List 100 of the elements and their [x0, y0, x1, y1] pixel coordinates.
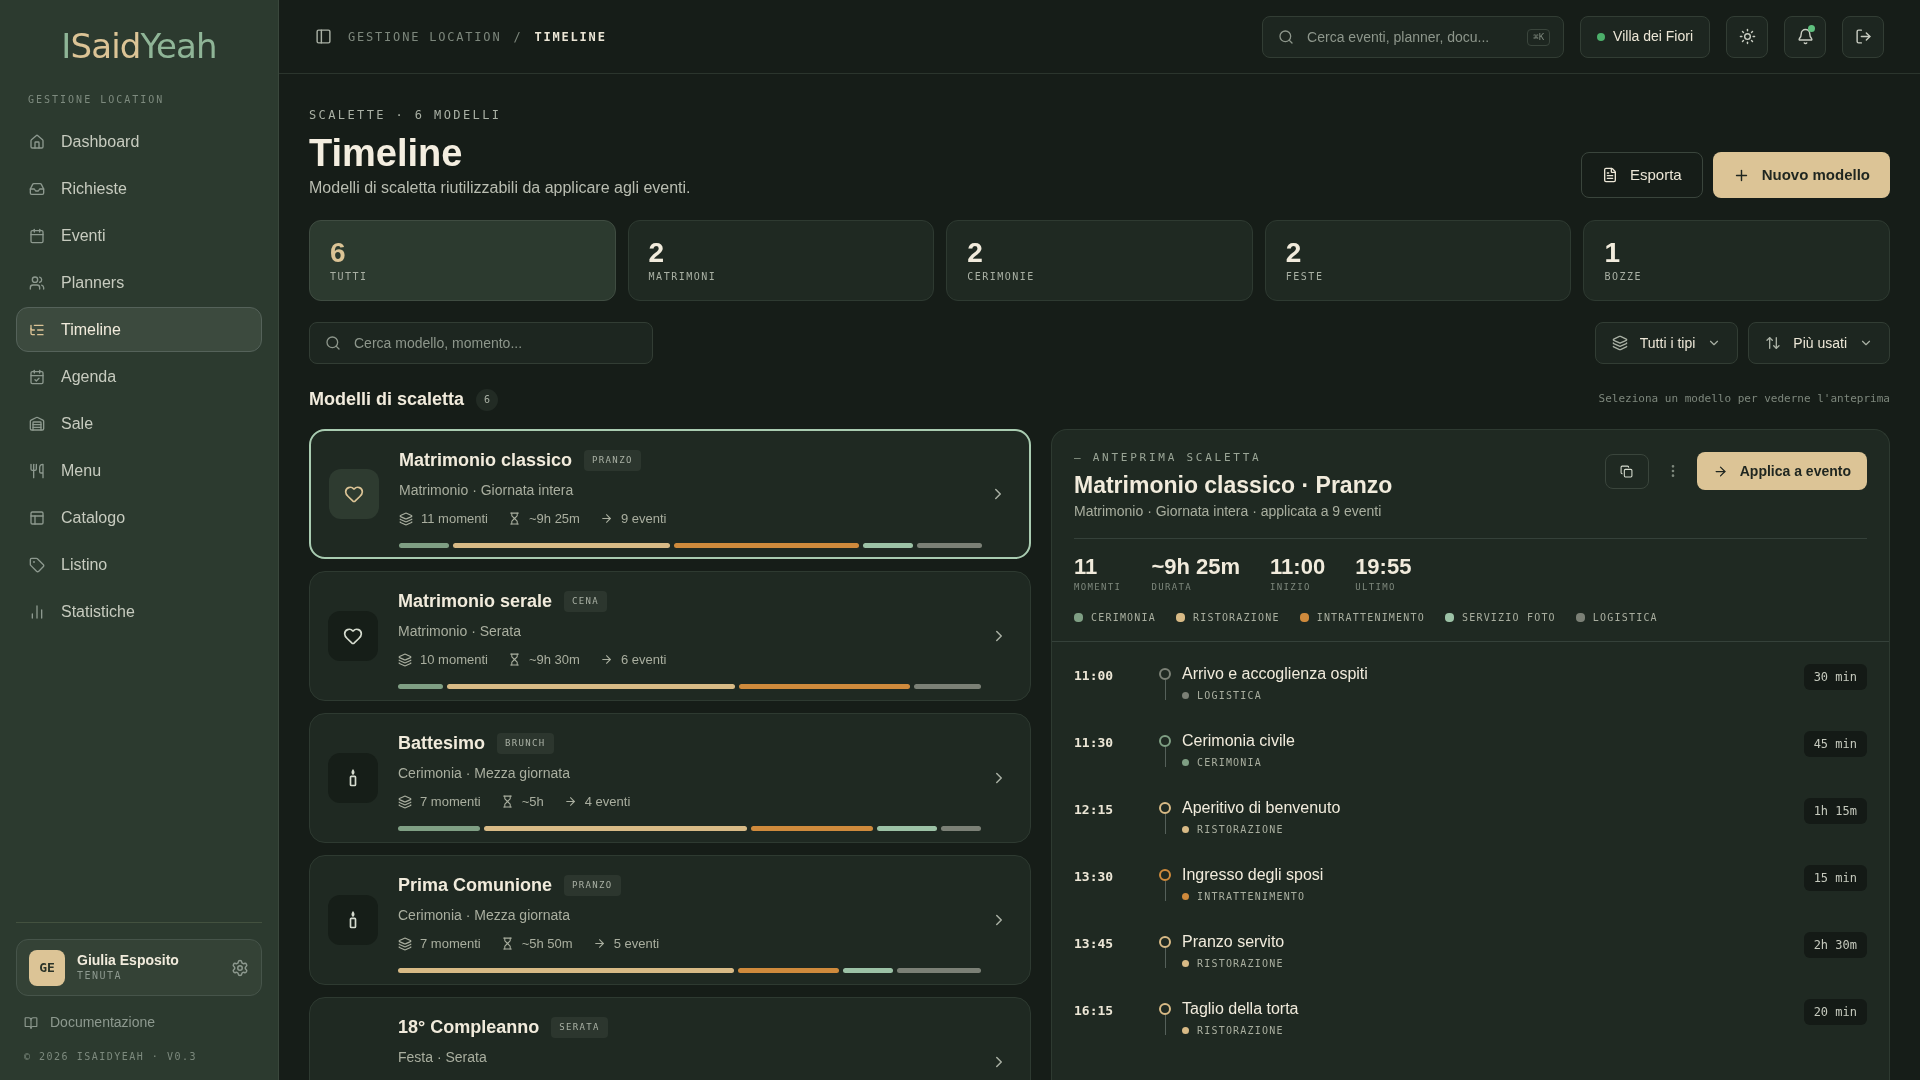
arrow-icon — [1712, 463, 1728, 479]
apply-button[interactable]: Applica a evento — [1696, 452, 1867, 490]
hourglass-icon — [500, 795, 514, 809]
layers-icon — [398, 652, 412, 667]
calendar-icon — [29, 227, 45, 244]
legend-label: SERVIZIO FOTO — [1461, 611, 1556, 625]
stat-tab[interactable]: 1 BOZZE — [1583, 220, 1890, 301]
moments-count: 10 momenti — [420, 651, 488, 669]
moment-title: Aperitivo di benvenuto — [1182, 798, 1342, 818]
template-title: Prima Comunione — [398, 874, 553, 897]
preview-eyebrow: — ANTEPRIMA SCALETTA — [1074, 450, 1263, 466]
duplicate-button[interactable] — [1604, 453, 1649, 489]
copy-icon — [1620, 464, 1634, 478]
layout-icon — [29, 509, 45, 526]
arrow-icon — [599, 653, 613, 667]
logout-button[interactable] — [1842, 15, 1884, 58]
sidebar-toggle-icon[interactable] — [315, 28, 332, 45]
duration-badge: 30 min — [1803, 664, 1867, 690]
sort-dropdown[interactable]: Più usati — [1748, 322, 1890, 364]
sun-icon — [1738, 28, 1756, 45]
events-count: 9 eventi — [620, 510, 667, 528]
search-icon — [325, 335, 341, 351]
arrow-icon — [563, 795, 577, 809]
nav-item[interactable]: Timeline — [16, 307, 262, 352]
location-selector[interactable]: Villa dei Fiori — [1580, 15, 1710, 58]
moment-time: 13:45 — [1074, 935, 1115, 953]
template-search-field[interactable]: Cerca modello, momento... — [309, 322, 653, 364]
events-count: 4 eventi — [584, 793, 631, 811]
nav-item[interactable]: Planners — [16, 260, 262, 305]
events-count: 5 eventi — [613, 935, 660, 953]
stat-tab[interactable]: 2 CERIMONIE — [946, 220, 1253, 301]
nav-item[interactable]: Listino — [16, 542, 262, 587]
arrow-icon — [599, 512, 613, 526]
nav-item[interactable]: Menu — [16, 448, 262, 493]
template-card[interactable]: 18° Compleanno SERATA Festa · Serata — [309, 997, 1031, 1080]
stat-tab[interactable]: 6 TUTTI — [309, 220, 616, 301]
template-card[interactable]: Matrimonio classico PRANZO Matrimonio · Giornata intera 11 momenti ~9h 25m 9 eventi — [309, 429, 1031, 559]
notifications-button[interactable] — [1784, 15, 1826, 58]
nav-item[interactable]: Agenda — [16, 354, 262, 399]
preview-subtitle: Matrimonio · Giornata intera · applicata a 9 eventi — [1074, 501, 1383, 521]
moment-category: CERIMONIA — [1197, 756, 1262, 770]
moment-time: 16:15 — [1074, 1002, 1115, 1020]
moment-category: RISTORAZIONE — [1197, 823, 1284, 837]
template-subtitle: Festa · Serata — [398, 1048, 488, 1067]
template-card[interactable]: Prima Comunione PRANZO Cerimonia · Mezza giornata 7 momenti ~5h 50m 5 eventi — [309, 855, 1031, 985]
template-card[interactable]: Battesimo BRUNCH Cerimonia · Mezza giornata 7 momenti ~5h 4 eventi — [309, 713, 1031, 843]
template-tag: CENA — [564, 590, 608, 613]
user-name: Giulia Esposito — [77, 952, 180, 968]
user-card[interactable]: GE Giulia Esposito TENUTA — [16, 939, 262, 996]
moment-category: INTRATTENIMENTO — [1197, 890, 1306, 904]
new-template-button[interactable]: Nuovo modello — [1712, 152, 1890, 198]
template-title: Battesimo — [398, 732, 486, 755]
nav-item[interactable]: Catalogo — [16, 495, 262, 540]
template-title: Matrimonio serale — [398, 590, 553, 613]
breadcrumb-separator: / — [513, 28, 523, 46]
stat-tab[interactable]: 2 FESTE — [1264, 220, 1572, 301]
template-title: Matrimonio classico — [399, 449, 573, 472]
template-card[interactable]: Matrimonio serale CENA Matrimonio · Serata 10 momenti ~9h 30m 6 eventi — [309, 571, 1031, 701]
breadcrumb-link[interactable]: GESTIONE LOCATION — [348, 27, 502, 46]
preview-title: Matrimonio classico · Pranzo — [1074, 470, 1394, 499]
settings-icon[interactable] — [231, 958, 249, 977]
nav-item[interactable]: Statistiche — [16, 589, 262, 634]
preview-stat-value: 11 — [1074, 552, 1099, 581]
tag-icon — [29, 556, 45, 573]
search-icon — [1278, 28, 1295, 45]
type-filter-dropdown[interactable]: Tutti i tipi — [1594, 322, 1739, 364]
legend-label: LOGISTICA — [1592, 611, 1658, 625]
home-icon — [29, 133, 45, 150]
nav-item[interactable]: Sale — [16, 401, 262, 446]
section-label: GESTIONE LOCATION — [27, 93, 166, 107]
moments-count: 7 momenti — [420, 935, 481, 953]
utensils-icon — [29, 462, 45, 479]
template-tag: BRUNCH — [497, 732, 554, 755]
layers-icon — [1611, 335, 1628, 351]
breadcrumb-current[interactable]: TIMELINE — [534, 27, 607, 46]
user-role: TENUTA — [77, 969, 124, 983]
arrow-icon — [592, 937, 606, 951]
template-subtitle: Cerimonia · Mezza giornata — [398, 906, 571, 925]
nav-item[interactable]: Eventi — [16, 213, 262, 258]
docs-link[interactable]: Documentazione — [16, 1012, 262, 1033]
duration: ~9h 25m — [528, 510, 580, 528]
duration-badge: 2h 30m — [1803, 932, 1867, 958]
heart-icon — [344, 484, 364, 504]
list-hint: Seleziona un modello per vederne l'anteprima — [1598, 391, 1890, 408]
moment-time: 12:15 — [1074, 801, 1115, 819]
export-button[interactable]: Esporta — [1580, 152, 1703, 198]
duration-badge: 15 min — [1803, 865, 1867, 891]
nav-item[interactable]: Richieste — [16, 166, 262, 211]
book-icon — [24, 1015, 38, 1030]
duration-badge: 20 min — [1803, 999, 1867, 1025]
preview-stat-label: ULTIMO — [1355, 580, 1397, 594]
stat-tab[interactable]: 2 MATRIMONI — [627, 220, 935, 301]
section-title: Modelli di scaletta — [309, 388, 465, 411]
theme-toggle-button[interactable] — [1726, 15, 1768, 58]
nav-item[interactable]: Dashboard — [16, 119, 262, 164]
layers-icon — [398, 794, 412, 809]
user-avatar: GE — [29, 949, 65, 986]
bell-icon — [1796, 28, 1814, 45]
preview-stat-label: MOMENTI — [1074, 580, 1122, 594]
duration-badge: 45 min — [1803, 731, 1867, 757]
